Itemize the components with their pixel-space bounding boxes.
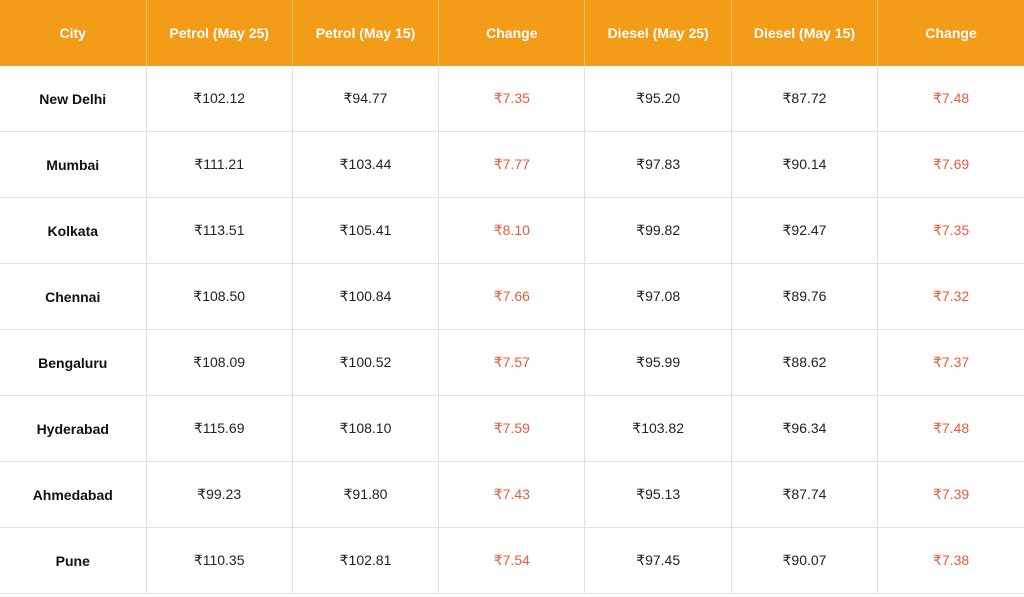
diesel-may-25-cell: ₹97.83 [584, 131, 732, 198]
city-cell: Ahmedabad [0, 461, 147, 528]
diesel-change-cell: ₹7.48 [877, 395, 1024, 462]
city-cell: Kolkata [0, 197, 147, 264]
petrol-change-cell: ₹7.66 [438, 263, 586, 330]
diesel-may-25-cell: ₹97.08 [584, 263, 732, 330]
table-row: Ahmedabad ₹99.23 ₹91.80 ₹7.43 ₹95.13 ₹87… [0, 461, 1024, 528]
header-petrol-may-15: Petrol (May 15) [292, 0, 440, 66]
diesel-change-cell: ₹7.32 [877, 263, 1024, 330]
petrol-change-cell: ₹7.77 [438, 131, 586, 198]
city-cell: Mumbai [0, 131, 147, 198]
header-diesel-may-15: Diesel (May 15) [731, 0, 879, 66]
city-cell: New Delhi [0, 66, 147, 132]
petrol-may-15-cell: ₹100.84 [292, 263, 440, 330]
petrol-change-cell: ₹7.59 [438, 395, 586, 462]
header-diesel-change: Change [877, 0, 1024, 66]
petrol-change-cell: ₹7.35 [438, 66, 586, 132]
petrol-may-15-cell: ₹108.10 [292, 395, 440, 462]
diesel-change-cell: ₹7.48 [877, 66, 1024, 132]
petrol-change-cell: ₹7.54 [438, 527, 586, 594]
header-petrol-may-25: Petrol (May 25) [146, 0, 293, 66]
diesel-may-25-cell: ₹97.45 [584, 527, 732, 594]
diesel-may-15-cell: ₹89.76 [731, 263, 879, 330]
table-row: Hyderabad ₹115.69 ₹108.10 ₹7.59 ₹103.82 … [0, 395, 1024, 462]
petrol-may-25-cell: ₹111.21 [146, 131, 293, 198]
diesel-change-cell: ₹7.39 [877, 461, 1024, 528]
petrol-may-15-cell: ₹103.44 [292, 131, 440, 198]
diesel-may-25-cell: ₹103.82 [584, 395, 732, 462]
table-row: New Delhi ₹102.12 ₹94.77 ₹7.35 ₹95.20 ₹8… [0, 66, 1024, 132]
petrol-may-15-cell: ₹105.41 [292, 197, 440, 264]
diesel-change-cell: ₹7.38 [877, 527, 1024, 594]
diesel-may-15-cell: ₹87.74 [731, 461, 879, 528]
diesel-may-15-cell: ₹88.62 [731, 329, 879, 396]
diesel-may-25-cell: ₹95.13 [584, 461, 732, 528]
diesel-may-15-cell: ₹87.72 [731, 66, 879, 132]
petrol-may-25-cell: ₹102.12 [146, 66, 293, 132]
diesel-change-cell: ₹7.37 [877, 329, 1024, 396]
petrol-may-25-cell: ₹115.69 [146, 395, 293, 462]
table-row: Kolkata ₹113.51 ₹105.41 ₹8.10 ₹99.82 ₹92… [0, 197, 1024, 264]
header-diesel-may-25: Diesel (May 25) [584, 0, 732, 66]
city-cell: Hyderabad [0, 395, 147, 462]
petrol-may-15-cell: ₹102.81 [292, 527, 440, 594]
diesel-may-15-cell: ₹92.47 [731, 197, 879, 264]
petrol-may-15-cell: ₹94.77 [292, 66, 440, 132]
city-cell: Pune [0, 527, 147, 594]
table-row: Pune ₹110.35 ₹102.81 ₹7.54 ₹97.45 ₹90.07… [0, 527, 1024, 594]
header-petrol-change: Change [438, 0, 586, 66]
petrol-may-25-cell: ₹113.51 [146, 197, 293, 264]
petrol-may-25-cell: ₹108.50 [146, 263, 293, 330]
city-cell: Chennai [0, 263, 147, 330]
petrol-may-15-cell: ₹91.80 [292, 461, 440, 528]
table-row: Mumbai ₹111.21 ₹103.44 ₹7.77 ₹97.83 ₹90.… [0, 131, 1024, 198]
petrol-may-25-cell: ₹108.09 [146, 329, 293, 396]
diesel-change-cell: ₹7.69 [877, 131, 1024, 198]
diesel-may-15-cell: ₹90.07 [731, 527, 879, 594]
diesel-change-cell: ₹7.35 [877, 197, 1024, 264]
petrol-may-25-cell: ₹110.35 [146, 527, 293, 594]
diesel-may-25-cell: ₹95.99 [584, 329, 732, 396]
table-row: Bengaluru ₹108.09 ₹100.52 ₹7.57 ₹95.99 ₹… [0, 329, 1024, 396]
petrol-change-cell: ₹7.43 [438, 461, 586, 528]
petrol-may-25-cell: ₹99.23 [146, 461, 293, 528]
diesel-may-25-cell: ₹99.82 [584, 197, 732, 264]
city-cell: Bengaluru [0, 329, 147, 396]
header-city: City [0, 0, 147, 66]
fuel-price-table: City Petrol (May 25) Petrol (May 15) Cha… [0, 0, 1024, 594]
petrol-change-cell: ₹7.57 [438, 329, 586, 396]
diesel-may-15-cell: ₹96.34 [731, 395, 879, 462]
diesel-may-15-cell: ₹90.14 [731, 131, 879, 198]
petrol-change-cell: ₹8.10 [438, 197, 586, 264]
diesel-may-25-cell: ₹95.20 [584, 66, 732, 132]
table-row: Chennai ₹108.50 ₹100.84 ₹7.66 ₹97.08 ₹89… [0, 263, 1024, 330]
petrol-may-15-cell: ₹100.52 [292, 329, 440, 396]
table-header-row: City Petrol (May 25) Petrol (May 15) Cha… [0, 0, 1024, 66]
